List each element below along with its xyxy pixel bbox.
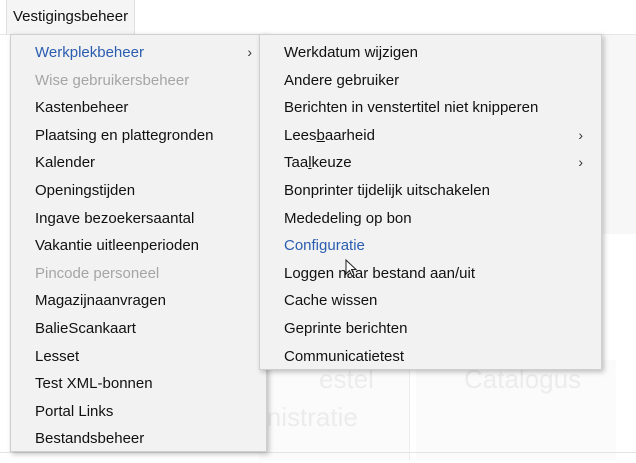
menu-item-pincode-personeel[interactable]: Pincode personeel	[11, 260, 266, 288]
submenu-item-configuratie[interactable]: Configuratie	[260, 232, 601, 260]
menu-item-label: Test XML-bonnen	[35, 375, 153, 393]
menu-item-label: Openingstijden	[35, 181, 136, 199]
menu-item-label: BalieScankaart	[35, 319, 136, 337]
submenu-item-mededeling-op-bon[interactable]: Mededeling op bon	[260, 205, 601, 233]
submenu-item-werkdatum-wijzigen[interactable]: Werkdatum wijzigen	[260, 39, 601, 67]
menubar-item-vestigingsbeheer[interactable]: Vestigingsbeheer	[6, 0, 136, 34]
menu-item-label: Plaatsing en plattegronden	[35, 126, 214, 144]
chevron-right-icon: ›	[578, 126, 583, 143]
menu-item-label: Bonprinter tijdelijk uitschakelen	[284, 181, 490, 199]
menu-item-label: Werkplekbeheer	[35, 44, 144, 61]
menu-item-plaatsing-en-plattegronden[interactable]: Plaatsing en plattegronden	[11, 122, 266, 150]
submenu-item-andere-gebruiker[interactable]: Andere gebruiker	[260, 67, 601, 95]
menu-item-label: Vakantie uitleenperioden	[35, 237, 200, 255]
menu-item-label: Kalender	[35, 154, 96, 172]
menu-item-label: Kastenbeheer	[35, 99, 129, 117]
menu-item-label: Ingave bezoekersaantal	[35, 209, 195, 227]
menu-item-vakantie-uitleenperioden[interactable]: Vakantie uitleenperioden	[11, 232, 266, 260]
menu-item-magazijnaanvragen[interactable]: Magazijnaanvragen	[11, 287, 266, 315]
submenu-item-taalkeuze[interactable]: Taalkeuze ›	[260, 149, 601, 177]
menu-list: Werkplekbeheer › Wise gebruikersbeheer Kast…	[11, 35, 266, 453]
menu-item-label: Taalkeuze	[284, 154, 352, 171]
mouse-pointer-icon	[345, 259, 357, 277]
menu-item-bestandsbeheer[interactable]: Bestandsbeheer	[11, 425, 266, 453]
menu-item-kastenbeheer[interactable]: Kastenbeheer	[11, 94, 266, 122]
submenu-item-berichten-in-venstertitel-niet-knipperen[interactable]: Berichten in venstertitel niet knipperen	[260, 94, 601, 122]
submenu-item-communicatietest[interactable]: Communicatietest	[260, 343, 601, 371]
menu-item-label: Berichten in venstertitel niet knipperen	[284, 99, 539, 117]
menu-item-label: Geprinte berichten	[284, 319, 408, 337]
dropdown-menu-vestigingsbeheer: Werkplekbeheer › Wise gebruikersbeheer Kast…	[10, 34, 267, 452]
submenu-item-cache-wissen[interactable]: Cache wissen	[260, 287, 601, 315]
menu-item-label: Communicatietest	[284, 347, 405, 365]
menu-item-label: Pincode personeel	[35, 264, 160, 282]
menu-item-label: Configuratie	[284, 237, 365, 255]
submenu-item-leesbaarheid[interactable]: Leesbaarheid ›	[260, 122, 601, 150]
menu-item-label: Leesbaarheid	[284, 127, 375, 144]
menu-item-label-part: Taa	[284, 154, 309, 172]
menu-item-werkplekbeheer[interactable]: Werkplekbeheer ›	[11, 39, 266, 67]
menu-item-label: Magazijnaanvragen	[35, 292, 166, 310]
menu-item-accelerator-key: b	[316, 126, 325, 144]
menu-item-label: Wise gebruikersbeheer	[35, 71, 190, 89]
chevron-right-icon: ›	[247, 44, 252, 60]
menu-item-label-part: keuze	[311, 154, 352, 172]
menu-item-label: Mededeling op bon	[284, 209, 412, 227]
menu-item-baliescankaart[interactable]: BalieScankaart	[11, 315, 266, 343]
menu-item-lesset[interactable]: Lesset	[11, 343, 266, 371]
menu-item-label-part: aarheid	[324, 126, 375, 144]
menu-item-test-xml-bonnen[interactable]: Test XML-bonnen	[11, 370, 266, 398]
submenu-item-bonprinter-tijdelijk-uitschakelen[interactable]: Bonprinter tijdelijk uitschakelen	[260, 177, 601, 205]
submenu-werkplekbeheer: Werkdatum wijzigen Andere gebruiker Berich…	[259, 34, 602, 370]
menu-item-label: Cache wissen	[284, 292, 378, 310]
menu-list: Werkdatum wijzigen Andere gebruiker Berich…	[260, 35, 601, 370]
menu-item-kalender[interactable]: Kalender	[11, 149, 266, 177]
menu-item-label-part: Lees	[284, 126, 317, 144]
menu-item-ingave-bezoekersaantal[interactable]: Ingave bezoekersaantal	[11, 205, 266, 233]
menu-item-label: Werkdatum wijzigen	[284, 44, 418, 61]
menubar: Vestigingsbeheer	[0, 0, 636, 35]
submenu-item-loggen-naar-bestand-aan-uit[interactable]: Loggen naar bestand aan/uit	[260, 260, 601, 288]
menu-item-portal-links[interactable]: Portal Links	[11, 398, 266, 426]
menu-item-label: Lesset	[35, 347, 80, 365]
submenu-item-geprinte-berichten[interactable]: Geprinte berichten	[260, 315, 601, 343]
menu-item-label: Andere gebruiker	[284, 71, 400, 89]
background-tile-bestel-administratie[interactable]: estel inistratie	[259, 360, 410, 460]
background-panel	[603, 34, 636, 234]
menu-item-label: Loggen naar bestand aan/uit	[284, 264, 475, 282]
application-window: estel inistratie Catalogus Vestigingsbeh…	[0, 0, 636, 463]
menu-item-openingstijden[interactable]: Openingstijden	[11, 177, 266, 205]
background-tile-catalogus[interactable]: Catalogus	[416, 360, 616, 460]
menu-item-label: Bestandsbeheer	[35, 430, 145, 448]
chevron-right-icon: ›	[578, 154, 583, 171]
menu-item-label: Portal Links	[35, 402, 114, 420]
background-tile-text-line2: inistratie	[261, 402, 358, 432]
menu-item-wise-gebruikersbeheer[interactable]: Wise gebruikersbeheer	[11, 67, 266, 95]
